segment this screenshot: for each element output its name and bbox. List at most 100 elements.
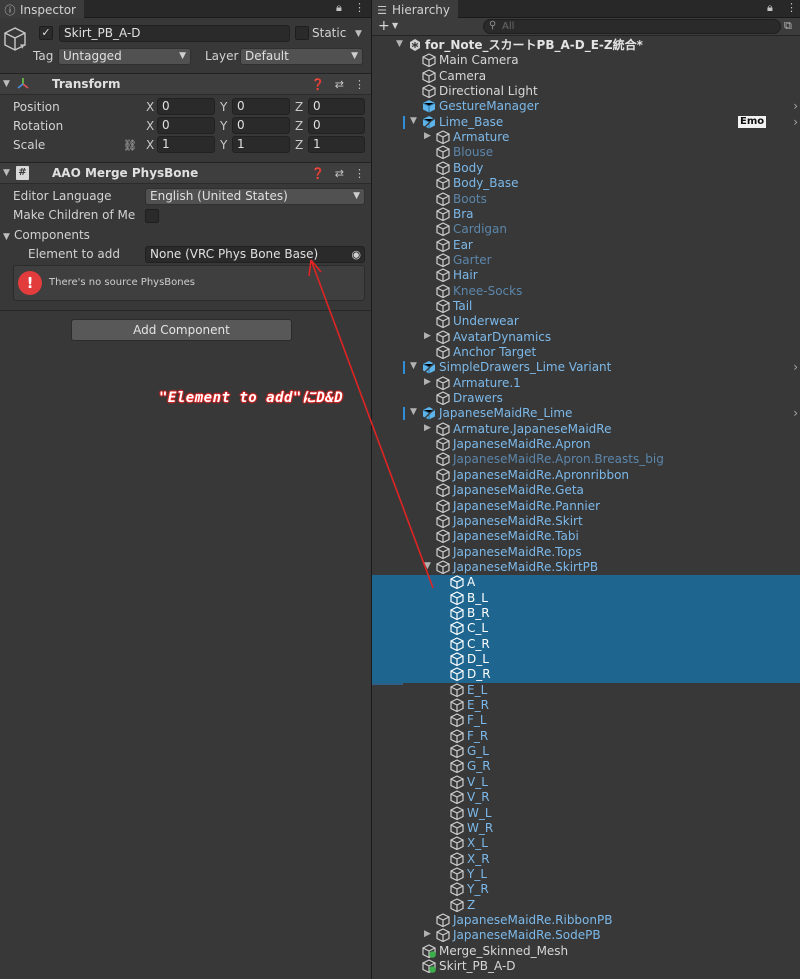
tab-hierarchy[interactable]: ☰ Hierarchy xyxy=(372,0,459,18)
hierarchy-row[interactable]: Body_Base xyxy=(372,176,800,191)
static-dropdown-icon[interactable]: ▼ xyxy=(355,29,362,39)
hierarchy-row[interactable]: Boots xyxy=(372,192,800,207)
hierarchy-row[interactable]: D_R xyxy=(372,667,800,683)
hierarchy-row[interactable]: A xyxy=(372,575,800,591)
hierarchy-row[interactable]: C_L xyxy=(372,621,800,637)
axis-x-label[interactable]: X xyxy=(146,137,154,154)
tab-inspector[interactable]: ⓘ Inspector xyxy=(0,0,84,18)
hierarchy-row[interactable]: X_L xyxy=(372,836,800,851)
editor-language-dropdown[interactable]: English (United States) ▼ xyxy=(145,188,365,205)
hierarchy-row[interactable]: Underwear xyxy=(372,314,800,329)
scale-z-field[interactable]: 1 xyxy=(308,136,365,153)
hierarchy-row[interactable]: E_R xyxy=(372,698,800,713)
foldout-arrow-icon[interactable]: ▼ xyxy=(3,79,10,89)
components-label[interactable]: Components xyxy=(14,227,90,244)
axis-y-label[interactable]: Y xyxy=(220,99,227,116)
open-prefab-chevron-icon[interactable]: › xyxy=(793,360,798,374)
expand-arrow-down-icon[interactable]: ▼ xyxy=(410,361,417,371)
axis-z-label[interactable]: Z xyxy=(295,137,303,154)
hierarchy-row[interactable]: ▶ Armature.JapaneseMaidRe xyxy=(372,422,800,437)
expand-arrow-right-icon[interactable]: ▶ xyxy=(424,131,431,141)
hierarchy-row[interactable]: Merge_Skinned_Mesh xyxy=(372,944,800,959)
hierarchy-row[interactable]: JapaneseMaidRe.Tops xyxy=(372,545,800,560)
hierarchy-row[interactable]: Anchor Target xyxy=(372,345,800,360)
hierarchy-row[interactable]: Directional Light xyxy=(372,84,800,99)
position-x-field[interactable]: 0 xyxy=(157,98,215,115)
rotation-y-field[interactable]: 0 xyxy=(232,117,290,134)
hierarchy-row[interactable]: ▼ SimpleDrawers_Lime Variant › xyxy=(372,360,800,375)
expand-arrow-right-icon[interactable]: ▶ xyxy=(424,331,431,341)
expand-arrow-down-icon[interactable]: ▼ xyxy=(396,39,403,49)
hierarchy-row[interactable]: Z xyxy=(372,898,800,913)
hierarchy-row[interactable]: D_L xyxy=(372,652,800,668)
hierarchy-row[interactable]: ▼ JapaneseMaidRe.SkirtPB xyxy=(372,560,800,575)
make-children-checkbox[interactable] xyxy=(145,209,159,223)
hierarchy-row[interactable]: Ear xyxy=(372,238,800,253)
hierarchy-row[interactable]: G_R xyxy=(372,759,800,774)
create-plus-icon[interactable]: + xyxy=(378,18,390,35)
layer-dropdown[interactable]: Default ▼ xyxy=(240,48,363,65)
icon-dropdown-caret[interactable]: ▾ xyxy=(20,42,25,52)
hierarchy-row[interactable]: JapaneseMaidRe.Apron xyxy=(372,437,800,452)
hierarchy-row[interactable]: Blouse xyxy=(372,145,800,160)
link-scale-icon[interactable]: ⛓ xyxy=(123,137,137,154)
hierarchy-row[interactable]: ▶ AvatarDynamics xyxy=(372,330,800,345)
hierarchy-row[interactable]: Y_L xyxy=(372,867,800,882)
hierarchy-row[interactable]: JapaneseMaidRe.Apronribbon xyxy=(372,468,800,483)
foldout-arrow-icon[interactable]: ▼ xyxy=(3,168,10,178)
menu-kebab-icon[interactable]: ⋮ xyxy=(786,1,797,14)
expand-arrow-down-icon[interactable]: ▼ xyxy=(410,116,417,126)
hierarchy-row[interactable]: GestureManager › xyxy=(372,99,800,114)
add-component-button[interactable]: Add Component xyxy=(71,319,292,341)
expand-arrow-down-icon[interactable]: ▼ xyxy=(410,407,417,417)
hierarchy-row[interactable]: ▼ for_Note_スカートPB_A-D_E-Z統合* xyxy=(372,38,800,53)
hierarchy-row[interactable]: JapaneseMaidRe.Apron.Breasts_big xyxy=(372,452,800,467)
preset-icon[interactable]: ⇄ xyxy=(335,167,344,180)
hierarchy-row[interactable]: V_L xyxy=(372,775,800,790)
hierarchy-row[interactable]: B_L xyxy=(372,590,800,606)
scene-visibility-icon[interactable]: ⧉ xyxy=(784,19,792,33)
hierarchy-row[interactable]: F_R xyxy=(372,729,800,744)
hierarchy-row[interactable]: W_L xyxy=(372,806,800,821)
hierarchy-row[interactable]: C_R xyxy=(372,636,800,653)
hierarchy-row[interactable]: JapaneseMaidRe.Geta xyxy=(372,483,800,498)
hierarchy-row[interactable]: Y_R xyxy=(372,882,800,897)
hierarchy-row[interactable]: G_L xyxy=(372,744,800,759)
help-icon[interactable]: ❓ xyxy=(311,167,325,180)
merge-physbone-header[interactable]: ▼ # AAO Merge PhysBone ❓ ⇄ ⋮ xyxy=(0,162,371,184)
lock-icon[interactable]: 🔒︎ xyxy=(767,1,773,15)
hierarchy-row[interactable]: E_L xyxy=(372,683,800,698)
hierarchy-row[interactable]: B_R xyxy=(372,605,800,622)
hierarchy-row[interactable]: ▼ Lime_Base › xyxy=(372,115,800,130)
hierarchy-row[interactable]: JapaneseMaidRe.Tabi xyxy=(372,529,800,544)
hierarchy-row[interactable]: Hair xyxy=(372,268,800,283)
axis-z-label[interactable]: Z xyxy=(295,99,303,116)
menu-kebab-icon[interactable]: ⋮ xyxy=(354,78,365,91)
hierarchy-row[interactable]: X_R xyxy=(372,852,800,867)
object-name-field[interactable]: Skirt_PB_A-D xyxy=(59,25,290,42)
hierarchy-row[interactable]: ▼ JapaneseMaidRe_Lime › xyxy=(372,406,800,421)
help-icon[interactable]: ❓ xyxy=(311,78,325,91)
hierarchy-row[interactable]: JapaneseMaidRe.Pannier xyxy=(372,499,800,514)
hierarchy-row[interactable]: F_L xyxy=(372,713,800,728)
hierarchy-row[interactable]: Knee-Socks xyxy=(372,284,800,299)
hierarchy-row[interactable]: Tail xyxy=(372,299,800,314)
hierarchy-row[interactable]: JapaneseMaidRe.RibbonPB xyxy=(372,913,800,928)
hierarchy-row[interactable]: Cardigan xyxy=(372,222,800,237)
hierarchy-row[interactable]: Drawers xyxy=(372,391,800,406)
hierarchy-row[interactable]: W_R xyxy=(372,821,800,836)
hierarchy-row[interactable]: JapaneseMaidRe.Skirt xyxy=(372,514,800,529)
open-prefab-chevron-icon[interactable]: › xyxy=(793,99,798,113)
hierarchy-row[interactable]: Garter xyxy=(372,253,800,268)
scale-y-field[interactable]: 1 xyxy=(232,136,290,153)
expand-arrow-right-icon[interactable]: ▶ xyxy=(424,377,431,387)
rotation-x-field[interactable]: 0 xyxy=(157,117,215,134)
expand-arrow-down-icon[interactable]: ▼ xyxy=(424,561,431,571)
element-to-add-field[interactable]: None (VRC Phys Bone Base) ◉ xyxy=(145,246,365,263)
active-checkbox[interactable]: ✓ xyxy=(39,26,53,40)
chevron-down-icon[interactable]: ▼ xyxy=(392,21,398,30)
position-z-field[interactable]: 0 xyxy=(308,98,365,115)
hierarchy-row[interactable]: Camera xyxy=(372,69,800,84)
axis-x-label[interactable]: X xyxy=(146,99,154,116)
hierarchy-row[interactable]: ▶ Armature xyxy=(372,130,800,145)
